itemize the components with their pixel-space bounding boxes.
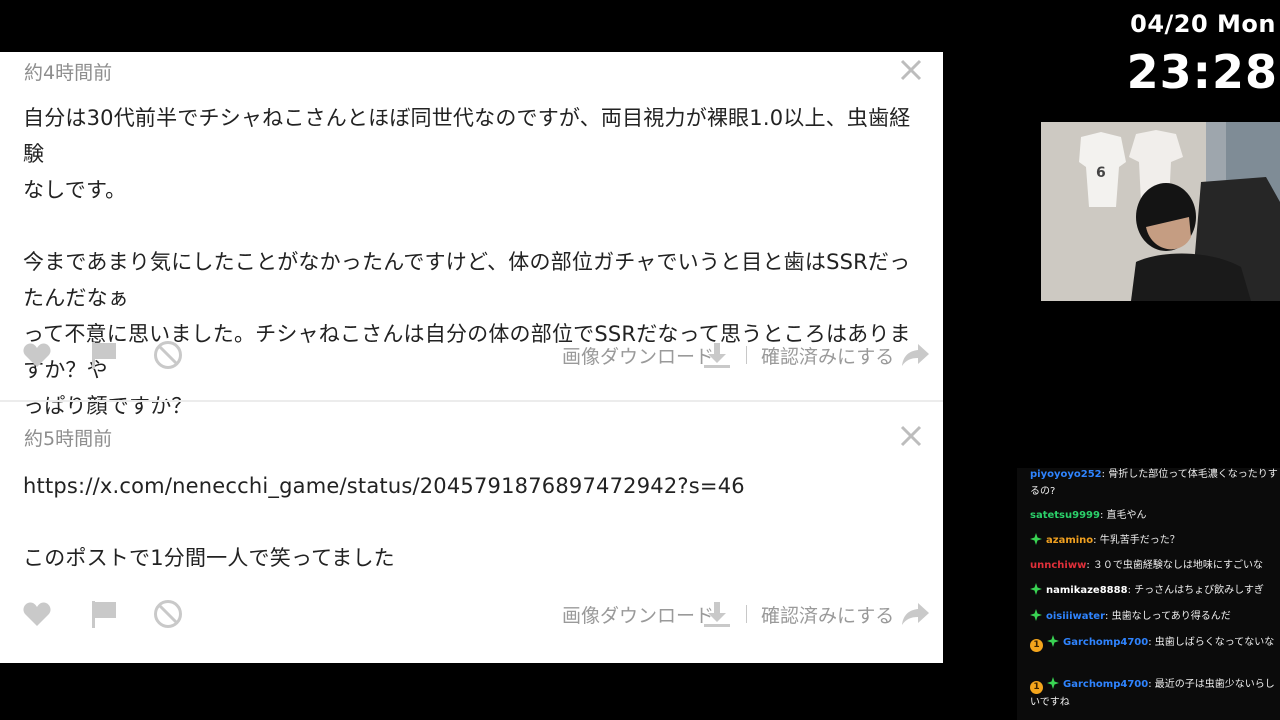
share-arrow-icon[interactable] [900,599,930,629]
close-icon[interactable] [899,58,923,82]
chat-username[interactable]: oisiiiwater [1046,611,1105,622]
chat-username[interactable]: namikaze8888 [1046,585,1128,596]
message-body: 自分は30代前半でチシャねこさんとほぼ同世代なのですが、両目視力が裸眼1.0以上… [23,100,923,424]
sparkle-badge-icon [1030,533,1042,545]
chat-username[interactable]: azamino [1046,535,1093,546]
mark-confirmed-button[interactable]: 確認済みにする [761,342,894,369]
webcam-feed: 6 [1041,122,1280,301]
message-line: このポストで1分間一人で笑ってました [23,546,395,570]
action-separator [746,346,747,364]
chat-text: : ３０で虫歯経験なしは地味にすごいな [1086,560,1263,571]
action-separator [746,605,747,623]
clock-display: 23:28 [1126,45,1278,99]
chat-message: namikaze8888: チっさんはちょび飲みしすぎ [1030,582,1278,599]
message-line: 今まであまり気にしたことがなかったんですけど、体の部位ガチャでいうと目と歯はSS… [23,250,911,310]
bits-badge-icon: 1 [1030,639,1043,652]
sparkle-badge-icon [1047,677,1059,689]
chat-message: satetsu9999: 直毛やん [1030,507,1278,524]
message-link[interactable]: https://x.com/nenecchi_game/status/20457… [23,468,923,504]
message-body: https://x.com/nenecchi_game/status/20457… [23,468,923,576]
mark-confirmed-button[interactable]: 確認済みにする [761,601,894,628]
block-icon[interactable] [153,599,183,629]
chat-panel: piyoyoyo252: 骨折した部位って体毛濃くなったりするの? satets… [1017,468,1280,720]
message-line: 自分は30代前半でチシャねこさんとほぼ同世代なのですが、両目視力が裸眼1.0以上… [23,106,911,166]
sparkle-badge-icon [1030,583,1042,595]
chat-message: azamino: 牛乳苦手だった？ [1030,532,1278,549]
message-panel: 約4時間前 自分は30代前半でチシャねこさんとほぼ同世代なのですが、両目視力が裸… [0,52,943,663]
date-display: 04/20 Mon [1130,10,1276,38]
message-line: なしです。 [23,178,127,202]
message-card: 約4時間前 自分は30代前半でチシャねこさんとほぼ同世代なのですが、両目視力が裸… [0,52,943,418]
message-card: 約5時間前 https://x.com/nenecchi_game/status… [0,402,943,663]
share-arrow-icon[interactable] [900,340,930,370]
bits-badge-icon: 1 [1030,681,1043,694]
heart-icon[interactable] [22,599,52,629]
download-icon[interactable] [702,599,732,629]
chat-username[interactable]: piyoyoyo252 [1030,469,1102,480]
chat-text: : 直毛やん [1099,510,1147,521]
message-time: 約4時間前 [24,62,113,84]
block-icon[interactable] [153,340,183,370]
flag-icon[interactable] [89,599,119,629]
chat-username[interactable]: Garchomp4700 [1063,679,1148,690]
close-icon[interactable] [899,424,923,448]
chat-message: oisiiiwater: 虫歯なしってあり得るんだ [1030,608,1278,625]
flag-icon[interactable] [89,340,119,370]
chat-text: : 牛乳苦手だった？ [1093,535,1180,546]
message-blank-line [23,504,923,540]
chat-username[interactable]: satetsu9999 [1030,510,1100,521]
message-actions: 画像ダウンロード 確認済みにする [0,334,943,374]
chat-text: : 虫歯しばらくなってないな [1148,637,1275,648]
chat-username[interactable]: Garchomp4700 [1063,637,1148,648]
chat-message: piyoyoyo252: 骨折した部位って体毛濃くなったりするの? [1030,468,1278,500]
chat-message: unnchiww: ３０で虫歯経験なしは地味にすごいな [1030,557,1278,574]
chat-text: : チっさんはちょび飲みしすぎ [1127,585,1264,596]
chat-message: 1 Garchomp4700: 虫歯しばらくなってないな [1030,634,1278,652]
download-icon[interactable] [702,340,732,370]
svg-text:6: 6 [1096,165,1106,181]
image-download-button[interactable]: 画像ダウンロード [562,601,714,628]
sparkle-badge-icon [1030,609,1042,621]
message-blank-line [23,208,923,244]
message-time: 約5時間前 [24,428,113,450]
message-actions: 画像ダウンロード 確認済みにする [0,593,943,633]
chat-username[interactable]: unnchiww [1030,560,1086,571]
heart-icon[interactable] [22,340,52,370]
chat-message: 1 Garchomp4700: 最近の子は虫歯少ないらしいですね [1030,676,1278,711]
sparkle-badge-icon [1047,635,1059,647]
chat-text: : 虫歯なしってあり得るんだ [1105,611,1231,622]
image-download-button[interactable]: 画像ダウンロード [562,342,714,369]
